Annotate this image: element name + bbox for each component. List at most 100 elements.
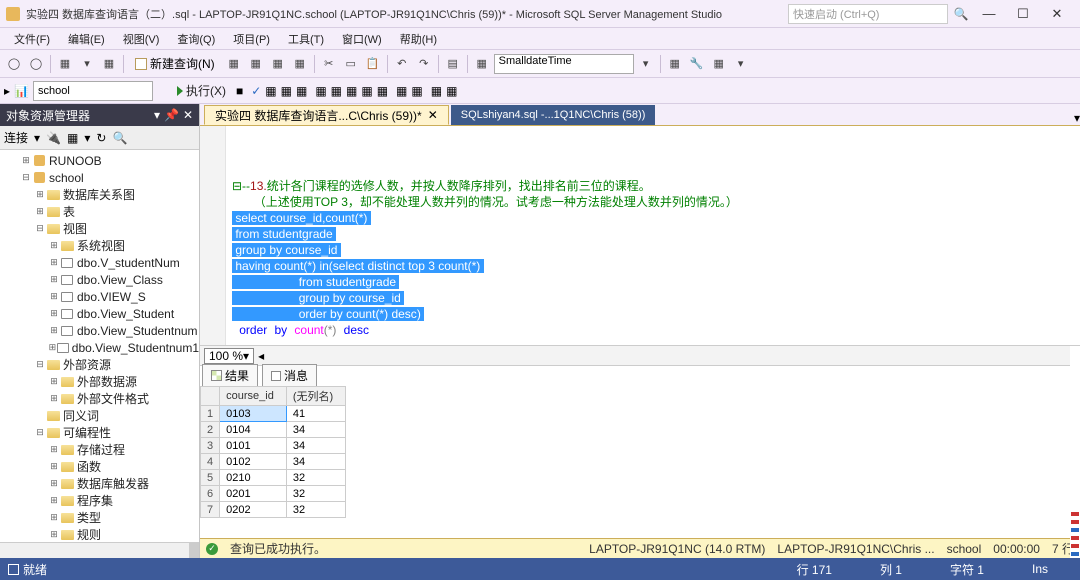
quick-launch-input[interactable]: 快速启动 (Ctrl+Q): [788, 4, 948, 24]
pin-icon[interactable]: ▾: [154, 108, 160, 122]
code-editor[interactable]: ⊟--13.统计各门课程的选修人数，并按人数降序排列，找出排名前三位的课程。 （…: [200, 126, 1080, 346]
tb2-7[interactable]: ▦: [331, 84, 342, 98]
tab-active[interactable]: 实验四 数据库查询语言...C\Chris (59))* ✕: [204, 105, 449, 125]
menu-item[interactable]: 工具(T): [280, 29, 332, 49]
tree-node[interactable]: ⊞系统视图: [0, 237, 199, 254]
tb2-5[interactable]: ▦: [296, 84, 307, 98]
tbtn-2[interactable]: ▦: [246, 54, 266, 74]
database-dropdown[interactable]: school: [33, 81, 153, 101]
tb2-10[interactable]: ▦: [377, 84, 388, 98]
nav-back-icon[interactable]: ◯: [4, 54, 24, 74]
open-icon[interactable]: ▦: [55, 54, 75, 74]
copy-icon[interactable]: ▭: [341, 54, 361, 74]
tb2-9[interactable]: ▦: [361, 84, 372, 98]
tree-node[interactable]: ⊞数据库关系图: [0, 186, 199, 203]
tree-node[interactable]: ⊟外部资源: [0, 356, 199, 373]
tree-node[interactable]: ⊞RUNOOB: [0, 152, 199, 169]
tree-node[interactable]: 同义词: [0, 407, 199, 424]
parse-icon[interactable]: ✓: [251, 84, 261, 98]
panel-close-icon[interactable]: ✕: [183, 108, 193, 122]
zoom-bar: 100 % ▾ ◂ ▸: [200, 346, 1080, 366]
zoom-dropdown[interactable]: 100 % ▾: [204, 348, 254, 364]
tb2-8[interactable]: ▦: [346, 84, 357, 98]
tb2-12[interactable]: ▦: [411, 84, 422, 98]
menu-item[interactable]: 查询(Q): [169, 29, 223, 49]
menu-item[interactable]: 视图(V): [115, 29, 168, 49]
tree-node[interactable]: ⊞数据库触发器: [0, 475, 199, 492]
tree-node[interactable]: ⊞类型: [0, 509, 199, 526]
tree-node[interactable]: ⊟视图: [0, 220, 199, 237]
line-indicator: 行 171: [773, 561, 856, 578]
tree-hscrollbar[interactable]: [0, 542, 199, 558]
tree-node[interactable]: ⊞外部文件格式: [0, 390, 199, 407]
tree-node[interactable]: ⊞dbo.V_studentNum: [0, 254, 199, 271]
pin2-icon[interactable]: 📌: [164, 108, 179, 122]
datatype-dropdown[interactable]: SmalldateTime: [494, 54, 634, 74]
tb2-4[interactable]: ▦: [281, 84, 292, 98]
tb2-1[interactable]: ▸: [4, 84, 10, 98]
tb2-3[interactable]: ▦: [265, 84, 276, 98]
tree-node[interactable]: ⊞dbo.View_Student: [0, 305, 199, 322]
save-all-icon[interactable]: ▦: [99, 54, 119, 74]
menu-item[interactable]: 项目(P): [225, 29, 278, 49]
menu-item[interactable]: 窗口(W): [334, 29, 390, 49]
connect-toolbar: 连接▾ 🔌 ▦ ▾ ↻ 🔍: [0, 126, 199, 150]
search-icon[interactable]: 🔍: [950, 4, 972, 24]
tbtn-10[interactable]: ▦: [709, 54, 729, 74]
redo-icon[interactable]: ↷: [414, 54, 434, 74]
menu-item[interactable]: 文件(F): [6, 29, 58, 49]
save-icon[interactable]: ▾: [77, 54, 97, 74]
conn-icon-1[interactable]: 🔌: [46, 131, 61, 145]
tb2-14[interactable]: ▦: [446, 84, 457, 98]
execute-button[interactable]: 执行(X): [171, 82, 232, 99]
tree-node[interactable]: ⊞dbo.View_Studentnum1: [0, 339, 199, 356]
tb2-11[interactable]: ▦: [396, 84, 407, 98]
tree-node[interactable]: ⊞存储过程: [0, 441, 199, 458]
new-query-button[interactable]: 新建查询(N): [128, 53, 222, 75]
close-button[interactable]: ✕: [1040, 4, 1074, 24]
paste-icon[interactable]: 📋: [363, 54, 383, 74]
tbtn-5[interactable]: ▤: [443, 54, 463, 74]
tab-inactive[interactable]: SQLshiyan4.sql -...1Q1NC\Chris (58)): [451, 105, 656, 125]
conn-icon-2[interactable]: ▦: [67, 131, 78, 145]
tree-node[interactable]: ⊞表: [0, 203, 199, 220]
conn-icon-5[interactable]: 🔍: [112, 131, 127, 145]
results-tab[interactable]: 结果: [202, 364, 258, 386]
tree-node[interactable]: ⊞dbo.VIEW_S: [0, 288, 199, 305]
minimize-button[interactable]: —: [972, 4, 1006, 24]
results-grid[interactable]: course_id(无列名)10103412010434301013440102…: [200, 386, 1080, 538]
tree-node[interactable]: ⊟可编程性: [0, 424, 199, 441]
cut-icon[interactable]: ✂: [319, 54, 339, 74]
messages-tab[interactable]: 消息: [262, 364, 317, 386]
tbtn-4[interactable]: ▦: [290, 54, 310, 74]
tree-node[interactable]: ⊞外部数据源: [0, 373, 199, 390]
undo-icon[interactable]: ↶: [392, 54, 412, 74]
tree-node[interactable]: ⊞规则: [0, 526, 199, 542]
tree-node[interactable]: ⊞dbo.View_Studentnum: [0, 322, 199, 339]
menu-item[interactable]: 帮助(H): [392, 29, 445, 49]
tbtn-7[interactable]: ▾: [636, 54, 656, 74]
tab-dropdown-icon[interactable]: ▾: [1074, 111, 1080, 125]
tbtn-6[interactable]: ▦: [472, 54, 492, 74]
tb2-6[interactable]: ▦: [315, 84, 326, 98]
object-explorer-tree[interactable]: ⊞RUNOOB⊟school⊞数据库关系图⊞表⊟视图⊞系统视图⊞dbo.V_st…: [0, 150, 199, 542]
nav-fwd-icon[interactable]: ◯: [26, 54, 46, 74]
tree-node[interactable]: ⊞程序集: [0, 492, 199, 509]
tree-node[interactable]: ⊟school: [0, 169, 199, 186]
stop-icon[interactable]: ■: [236, 84, 243, 98]
tbtn-9[interactable]: 🔧: [687, 54, 707, 74]
menu-item[interactable]: 编辑(E): [60, 29, 113, 49]
tb2-13[interactable]: ▦: [431, 84, 442, 98]
maximize-button[interactable]: ☐: [1006, 4, 1040, 24]
tbtn-1[interactable]: ▦: [224, 54, 244, 74]
tb2-2[interactable]: 📊: [14, 84, 29, 98]
tab-close-icon[interactable]: ✕: [428, 108, 438, 122]
conn-icon-4[interactable]: ↻: [96, 131, 106, 145]
tbtn-11[interactable]: ▾: [731, 54, 751, 74]
conn-icon-3[interactable]: ▾: [84, 131, 90, 145]
tree-node[interactable]: ⊞函数: [0, 458, 199, 475]
tree-node[interactable]: ⊞dbo.View_Class: [0, 271, 199, 288]
tbtn-3[interactable]: ▦: [268, 54, 288, 74]
tbtn-8[interactable]: ▦: [665, 54, 685, 74]
connect-label[interactable]: 连接: [4, 129, 28, 146]
